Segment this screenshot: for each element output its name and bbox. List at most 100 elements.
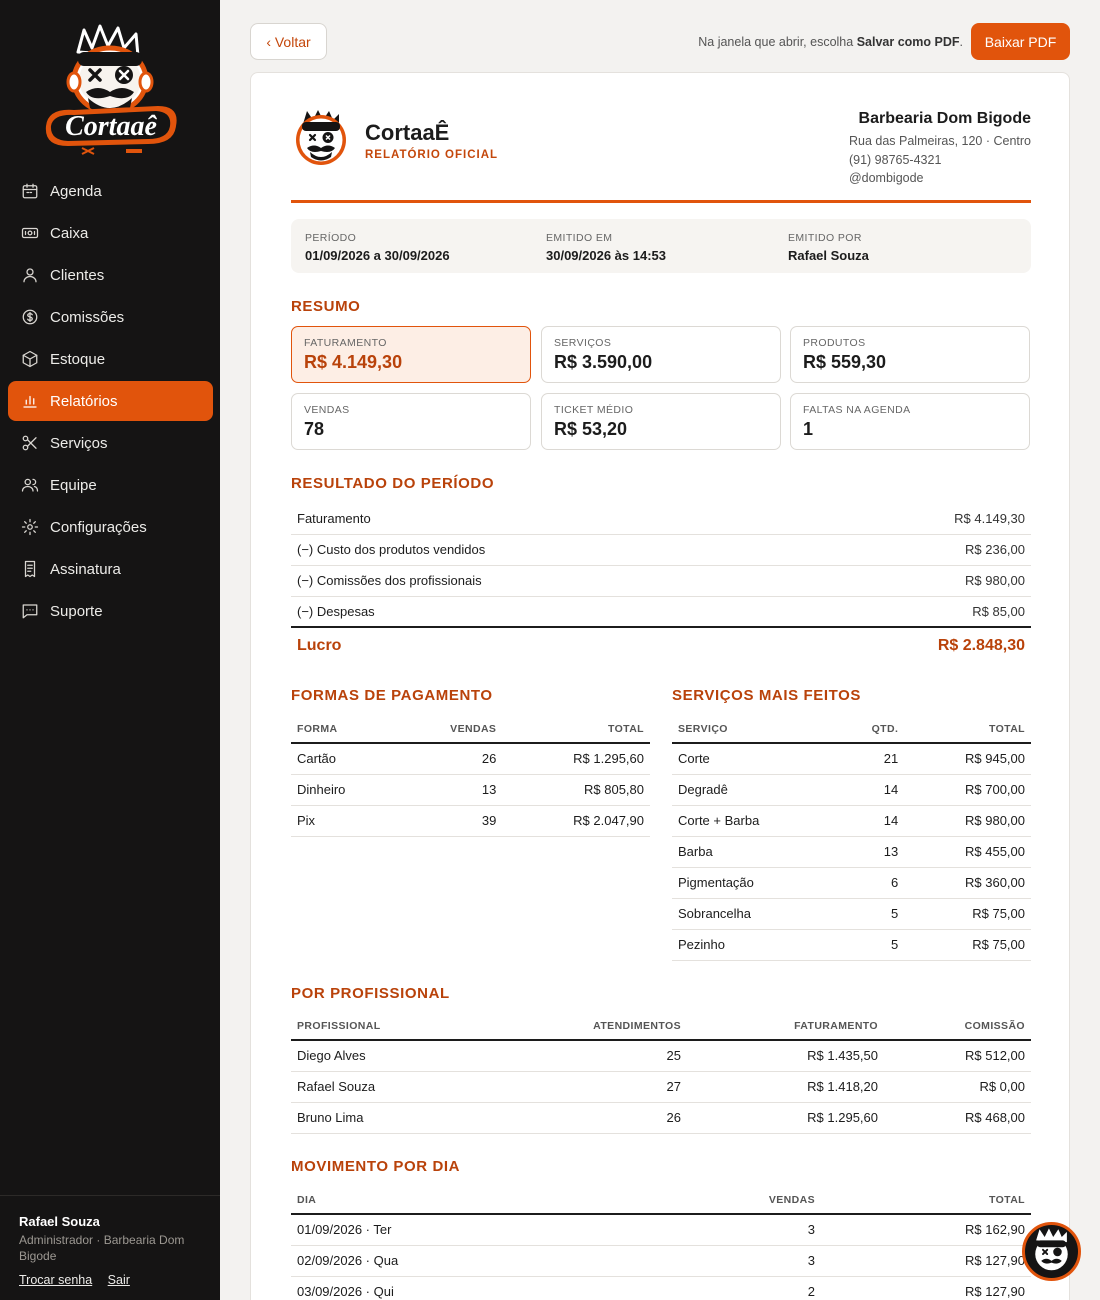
- shop-address: Rua das Palmeiras, 120 · Centro: [848, 134, 1031, 148]
- scissors-icon: [20, 433, 40, 453]
- services-title: SERVIÇOS MAIS FEITOS: [672, 687, 861, 704]
- report-card: CortaaÊ RELATÓRIO OFICIAL Barbearia Dom …: [250, 72, 1070, 1300]
- logout-link[interactable]: Sair: [108, 1273, 130, 1287]
- gear-icon: [20, 517, 40, 537]
- sidebar-item-label: Clientes: [50, 266, 105, 284]
- result-table: Faturamento R$ 4.149,30 (−) Custo dos pro…: [291, 503, 1031, 664]
- table-row: Faturamento R$ 4.149,30: [291, 503, 1031, 535]
- summary-title: RESUMO: [291, 298, 361, 315]
- sidebar-item-label: Equipe: [50, 476, 97, 494]
- receipt-icon: [20, 559, 40, 579]
- table-row: Rafael Souza 27 R$ 1.418,20 R$ 0,00: [291, 1071, 1031, 1103]
- user-name: Rafael Souza: [19, 1214, 100, 1229]
- calendar-icon: [20, 181, 40, 201]
- back-button[interactable]: ‹ Voltar: [250, 23, 327, 60]
- table-row: Corte + Barba 14 R$ 980,00: [672, 805, 1031, 837]
- sidebar-item-label: Agenda: [50, 182, 102, 200]
- kpi-servicos: SERVIÇOS R$ 3.590,00: [541, 326, 781, 383]
- payments-table: FORMA VENDAS TOTAL Cartão 26 R$ 1.295,60 Din…: [291, 715, 650, 837]
- table-row: Corte 21 R$ 945,00: [672, 743, 1031, 775]
- table-row: (−) Comissões dos profissionais R$ 980,00: [291, 565, 1031, 597]
- sidebar-item-equipe[interactable]: Equipe: [8, 465, 213, 505]
- table-row: Diego Alves 25 R$ 1.435,50 R$ 512,00: [291, 1040, 1031, 1072]
- change-password-link[interactable]: Trocar senha: [19, 1273, 92, 1287]
- report-subtitle: RELATÓRIO OFICIAL: [365, 149, 499, 161]
- pros-table: PROFISSIONAL ATENDIMENTOS FATURAMENTO COMIS…: [291, 1012, 1031, 1134]
- daily-title: MOVIMENTO POR DIA: [291, 1158, 461, 1175]
- user-panel: Rafael Souza Administrador · Barbearia D…: [0, 1195, 220, 1287]
- table-row: 02/09/2026 · Qua 3 R$ 127,90: [291, 1245, 1031, 1277]
- sidebar-item-label: Estoque: [50, 350, 106, 368]
- daily-table: DIA VENDAS TOTAL 01/09/2026 · Ter 3 R$ 162,9…: [291, 1186, 1031, 1300]
- meta-issued-at: EMITIDO EM 30/09/2026 às 14:53: [546, 232, 666, 263]
- payments-title: FORMAS DE PAGAMENTO: [291, 687, 493, 704]
- dollar-circle-icon: [20, 307, 40, 327]
- table-row: Dinheiro 13 R$ 805,80: [291, 774, 650, 806]
- shop-name: Barbearia Dom Bigode: [858, 110, 1031, 127]
- report-header: CortaaÊ RELATÓRIO OFICIAL Barbearia Dom …: [291, 108, 1031, 203]
- kpi-vendas: VENDAS 78: [291, 393, 531, 450]
- services-table: SERVIÇO QTD. TOTAL Corte 21 R$ 945,00 Degrad…: [672, 715, 1031, 961]
- sidebar-item-caixa[interactable]: Caixa: [8, 213, 213, 253]
- report-brand-name: CortaaÊ: [365, 120, 450, 145]
- meta-issued-by: EMITIDO POR Rafael Souza: [788, 232, 869, 263]
- user-role: Administrador · Barbearia Dom Bigode: [19, 1233, 185, 1263]
- kpi-faltas: FALTAS NA AGENDA 1: [790, 393, 1030, 450]
- sidebar-item-label: Caixa: [50, 224, 89, 242]
- brand-logo[interactable]: Cortaaê: [38, 22, 182, 162]
- box-icon: [20, 349, 40, 369]
- shop-phone: (91) 98765-4321: [848, 152, 942, 167]
- sidebar-item-label: Assinatura: [50, 560, 121, 578]
- sidebar-item-clientes[interactable]: Clientes: [8, 255, 213, 295]
- sidebar-item-estoque[interactable]: Estoque: [8, 339, 213, 379]
- sidebar-item-assinatura[interactable]: Assinatura: [8, 549, 213, 589]
- table-row: (−) Custo dos produtos vendidos R$ 236,00: [291, 534, 1031, 566]
- table-row: Pigmentação 6 R$ 360,00: [672, 867, 1031, 899]
- table-row: Sobrancelha 5 R$ 75,00: [672, 898, 1031, 930]
- table-row: 01/09/2026 · Ter 3 R$ 162,90: [291, 1214, 1031, 1246]
- barber-mascot-logo-icon: Cortaaê: [45, 24, 177, 155]
- sidebar-item-relatorios[interactable]: Relatórios: [8, 381, 213, 421]
- table-row: Barba 13 R$ 455,00: [672, 836, 1031, 868]
- sidebar-item-label: Comissões: [50, 308, 125, 326]
- table-row: Pezinho 5 R$ 75,00: [672, 929, 1031, 961]
- users-icon: [20, 475, 40, 495]
- table-row: Pix 39 R$ 2.047,90: [291, 805, 650, 837]
- logo-wordmark: Cortaaê: [65, 111, 157, 142]
- shop-instagram: @dombigode: [848, 171, 924, 185]
- download-pdf-button[interactable]: Baixar PDF: [971, 23, 1070, 60]
- table-row: Cartão 26 R$ 1.295,60: [291, 743, 650, 775]
- profit-row: Lucro R$ 2.848,30: [291, 626, 1031, 664]
- sidebar-item-label: Suporte: [50, 602, 103, 620]
- sidebar-item-label: Configurações: [50, 518, 147, 536]
- table-row: Degradê 14 R$ 700,00: [672, 774, 1031, 806]
- shop-info: Barbearia Dom Bigode Rua das Palmeiras, …: [849, 110, 1031, 188]
- report-meta: PERÍODO 01/09/2026 a 30/09/2026 EMITIDO …: [291, 219, 1031, 273]
- cash-icon: [20, 223, 40, 243]
- barber-mascot-icon: [1035, 1228, 1068, 1271]
- result-title: RESULTADO DO PERÍODO: [291, 475, 495, 492]
- sidebar: Cortaaê Agenda Caixa Clientes Comissões …: [0, 0, 220, 1300]
- sidebar-item-suporte[interactable]: Suporte: [8, 591, 213, 631]
- pros-title: POR PROFISSIONAL: [291, 985, 450, 1002]
- table-row: Bruno Lima 26 R$ 1.295,60 R$ 468,00: [291, 1102, 1031, 1134]
- table-row: 03/09/2026 · Qui 2 R$ 127,90: [291, 1276, 1031, 1300]
- table-row: (−) Despesas R$ 85,00: [291, 596, 1031, 628]
- main-nav: Agenda Caixa Clientes Comissões Estoque …: [8, 171, 213, 633]
- meta-period: PERÍODO 01/09/2026 a 30/09/2026: [305, 232, 450, 263]
- sidebar-item-agenda[interactable]: Agenda: [8, 171, 213, 211]
- chat-icon: [20, 601, 40, 621]
- sidebar-item-comissoes[interactable]: Comissões: [8, 297, 213, 337]
- floating-help-button[interactable]: [1022, 1222, 1081, 1281]
- sidebar-item-servicos[interactable]: Serviços: [8, 423, 213, 463]
- kpi-produtos: PRODUTOS R$ 559,30: [790, 326, 1030, 383]
- barber-mascot-icon: [296, 110, 346, 165]
- kpi-faturamento: FATURAMENTO R$ 4.149,30: [291, 326, 531, 383]
- pdf-hint: Na janela que abrir, escolha Salvar como…: [698, 35, 963, 49]
- sidebar-item-label: Relatórios: [50, 392, 118, 410]
- sidebar-item-configuracoes[interactable]: Configurações: [8, 507, 213, 547]
- user-icon: [20, 265, 40, 285]
- kpi-ticket-medio: TICKET MÉDIO R$ 53,20: [541, 393, 781, 450]
- sidebar-item-label: Serviços: [50, 434, 108, 452]
- bar-chart-icon: [20, 391, 40, 411]
